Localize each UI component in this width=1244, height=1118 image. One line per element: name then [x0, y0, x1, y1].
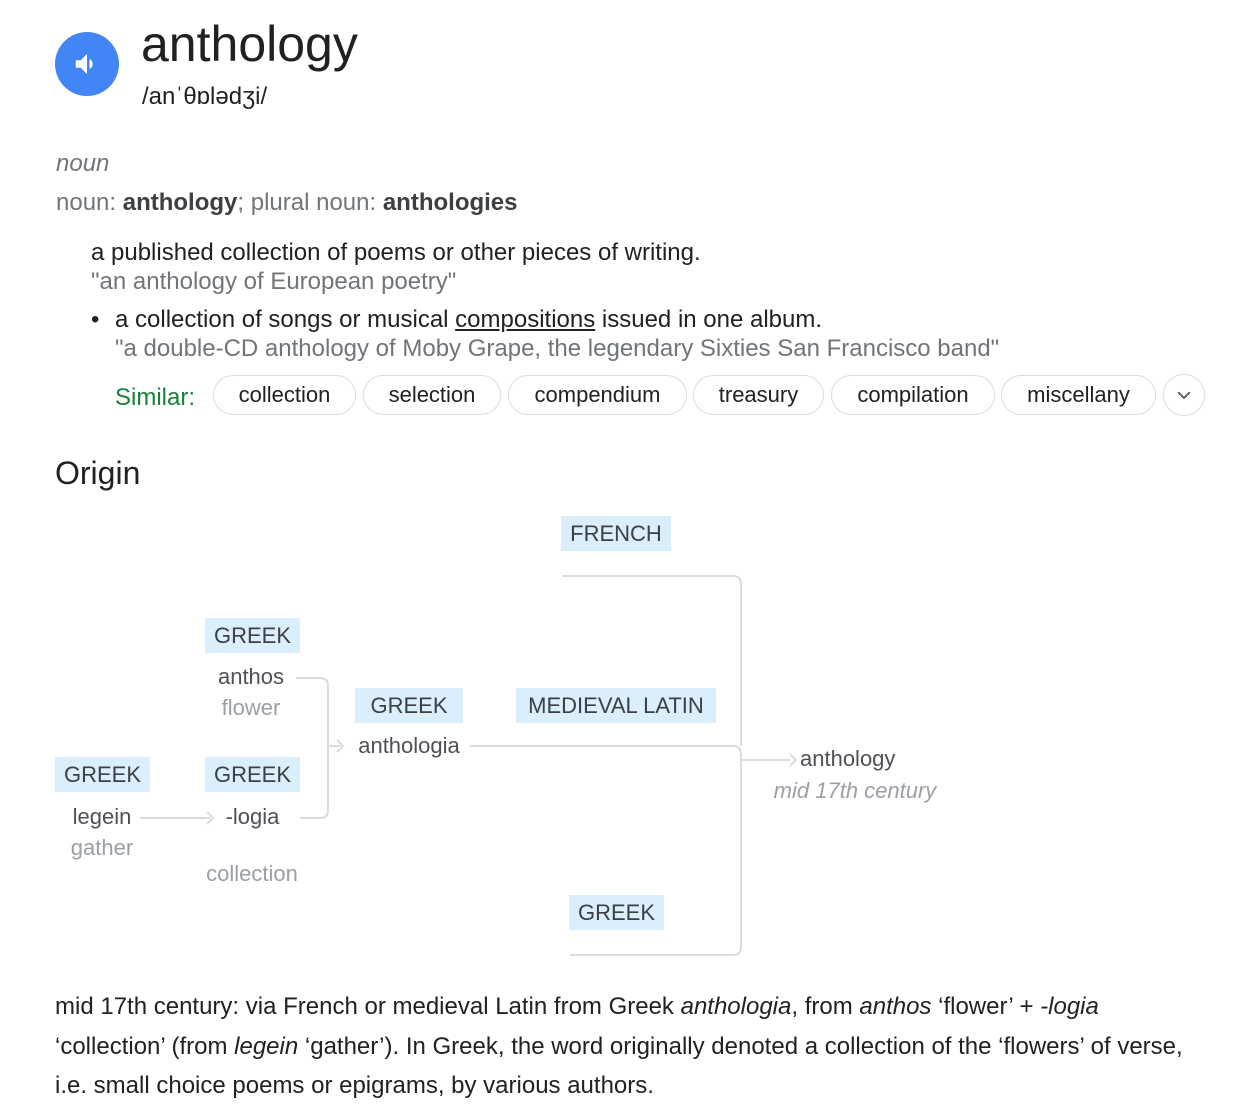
word-anthos: anthos	[217, 664, 285, 689]
word-anthologia: anthologia	[358, 733, 460, 758]
origin-text-1: mid 17th century: via French or medieval…	[55, 993, 681, 1020]
gloss-collection: collection	[206, 861, 298, 886]
origin-italic-anthologia: anthologia	[680, 993, 792, 1020]
result-date: mid 17th century	[773, 778, 937, 803]
word-result-anthology: anthology	[800, 746, 896, 771]
origin-text-4: ‘collection’ (from	[55, 1032, 235, 1060]
origin-text-3: ‘flower’ +	[931, 993, 1041, 1020]
origin-explanation: mid 17th century: via French or medieval…	[55, 987, 1195, 1106]
origin-italic-legein: legein	[234, 1032, 299, 1060]
tag-greek-logia: GREEK	[205, 757, 300, 792]
anthologia-connector	[470, 745, 790, 761]
origin-italic-anthos: anthos	[859, 993, 932, 1020]
tag-medieval-latin: MEDIEVAL LATIN	[516, 688, 716, 723]
tag-greek-anthologia: GREEK	[355, 688, 463, 723]
tag-greek-anthos: GREEK	[205, 618, 300, 653]
tag-greek-legein: GREEK	[55, 757, 150, 792]
gloss-gather: gather	[70, 835, 134, 860]
word-legein: legein	[72, 804, 132, 829]
word-logia: -logia	[225, 804, 280, 829]
tag-greek-bottom: GREEK	[569, 895, 664, 930]
origin-text-2: , from	[791, 993, 860, 1020]
etymology-connectors	[140, 575, 798, 956]
gloss-flower: flower	[221, 695, 281, 720]
arrow-result	[789, 753, 798, 767]
tag-french: FRENCH	[561, 516, 671, 551]
origin-italic-logia: -logia	[1040, 993, 1099, 1020]
